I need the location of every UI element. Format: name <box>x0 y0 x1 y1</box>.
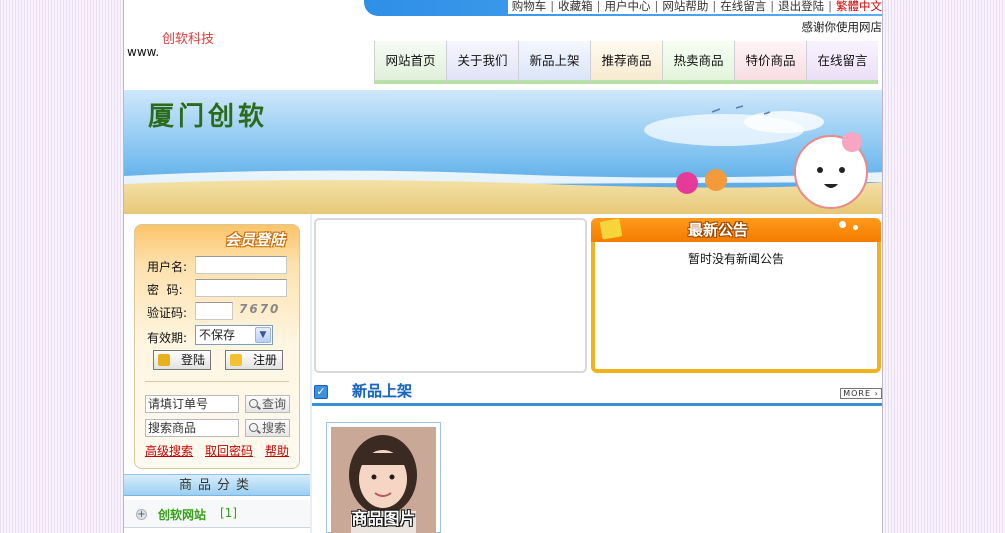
register-icon <box>230 354 242 366</box>
register-button[interactable]: 注册 <box>225 350 283 370</box>
thanks-marquee: 感谢你使用网店 <box>801 20 883 34</box>
megaphone-icon <box>599 218 623 240</box>
nav-hot[interactable]: 热卖商品 <box>662 41 734 84</box>
nav-specials[interactable]: 特价商品 <box>734 41 806 84</box>
expiry-label: 有效期: <box>147 331 188 345</box>
product-search-input[interactable]: 搜索商品 <box>145 419 239 437</box>
banner-image: 厦门创软 <box>124 90 882 214</box>
password-label: 密 码: <box>147 283 183 297</box>
column-separator <box>310 214 312 533</box>
new-products-bar: ✓ 新品上架 MORE › <box>312 378 882 406</box>
news-empty-message: 暂时没有新闻公告 <box>687 252 784 266</box>
chevron-down-icon[interactable]: ▼ <box>255 327 271 343</box>
password-field[interactable] <box>195 279 287 297</box>
expiry-select[interactable]: 不保存 ▼ <box>195 325 273 345</box>
product-caption: 商品图片 <box>351 509 416 528</box>
login-divider <box>145 381 289 382</box>
captcha-field[interactable] <box>195 302 233 320</box>
top-link-user-center[interactable]: 用户中心 <box>605 0 651 13</box>
login-title: 会员登陆 <box>224 231 285 249</box>
product-search-label: 搜索 <box>261 421 286 435</box>
brand-name: 创软科技 <box>162 32 215 47</box>
product-image[interactable]: 商品图片 <box>331 427 436 533</box>
decor-dot-icon <box>853 225 858 230</box>
login-button-label: 登陆 <box>180 353 205 367</box>
top-link-help[interactable]: 网站帮助 <box>662 0 708 13</box>
nav-home[interactable]: 网站首页 <box>374 41 446 84</box>
category-item[interactable]: + 创软网站 [1] <box>124 500 310 528</box>
expand-plus-icon[interactable]: + <box>136 509 147 520</box>
username-field[interactable] <box>195 256 287 274</box>
top-link-message[interactable]: 在线留言 <box>720 0 766 13</box>
main-nav: 网站首页 关于我们 新品上架 推荐商品 热卖商品 特价商品 在线留言 <box>374 41 878 84</box>
brand-www: www. <box>127 45 160 59</box>
nav-about[interactable]: 关于我们 <box>446 41 518 84</box>
search-icon <box>249 423 258 432</box>
product-card[interactable]: 商品图片 <box>326 422 441 533</box>
category-name[interactable]: 创软网站 <box>158 506 206 523</box>
order-query-label: 查询 <box>261 397 286 411</box>
captcha-image[interactable]: 7670 <box>239 302 280 316</box>
order-query-button[interactable]: 查询 <box>245 395 290 413</box>
expiry-value: 不保存 <box>199 328 236 342</box>
help-link[interactable]: 帮助 <box>265 442 289 459</box>
page-frame: 创软科技 www. 购物车 | 收藏箱 | 用户中心 | 网站帮助 | 在线留言 | 退出登陆 | 繁體… <box>123 0 883 533</box>
more-label: MORE <box>843 389 872 398</box>
top-link-favorites[interactable]: 收藏箱 <box>558 0 593 13</box>
category-count: [1] <box>220 506 237 520</box>
news-panel: 最新公告 暂时没有新闻公告 <box>591 218 881 373</box>
captcha-label: 验证码: <box>147 306 188 320</box>
key-icon <box>158 354 170 366</box>
flash-banner-box <box>314 218 587 373</box>
top-link-traditional-chinese[interactable]: 繁體中文 <box>836 0 882 13</box>
username-label: 用户名: <box>147 260 188 274</box>
nav-recommended[interactable]: 推荐商品 <box>590 41 662 84</box>
lang-link-label: 繁體中文 <box>836 0 882 13</box>
top-links: 购物车 | 收藏箱 | 用户中心 | 网站帮助 | 在线留言 | 退出登陆 | 繁體中文 <box>507 0 882 14</box>
top-link-cart[interactable]: 购物车 <box>512 0 547 13</box>
member-login-panel: 会员登陆 用户名: 密 码: 验证码: 7670 有效期: 不保存 ▼ 登陆 注… <box>134 224 300 469</box>
search-icon <box>249 399 258 408</box>
nav-message[interactable]: 在线留言 <box>806 41 878 84</box>
banner-title: 厦门创软 <box>148 102 269 132</box>
top-link-logout[interactable]: 退出登陆 <box>778 0 824 13</box>
checkbox-icon: ✓ <box>314 385 328 399</box>
news-title: 最新公告 <box>688 221 749 239</box>
news-header: 最新公告 <box>591 218 881 242</box>
product-search-button[interactable]: 搜索 <box>245 419 290 437</box>
register-button-label: 注册 <box>252 353 277 367</box>
advanced-search-link[interactable]: 高级搜索 <box>145 442 193 459</box>
decor-dot-icon <box>839 221 846 228</box>
recover-password-link[interactable]: 取回密码 <box>205 442 253 459</box>
login-button[interactable]: 登陆 <box>153 350 211 370</box>
category-header: 商品分类 <box>124 474 310 496</box>
new-products-title: 新品上架 <box>352 382 413 400</box>
nav-new-products[interactable]: 新品上架 <box>518 41 590 84</box>
more-button[interactable]: MORE › <box>840 388 882 399</box>
order-number-input[interactable]: 请填订单号 <box>145 395 239 413</box>
top-link-bar: 购物车 | 收藏箱 | 用户中心 | 网站帮助 | 在线留言 | 退出登陆 | 繁體中文 <box>364 0 882 16</box>
